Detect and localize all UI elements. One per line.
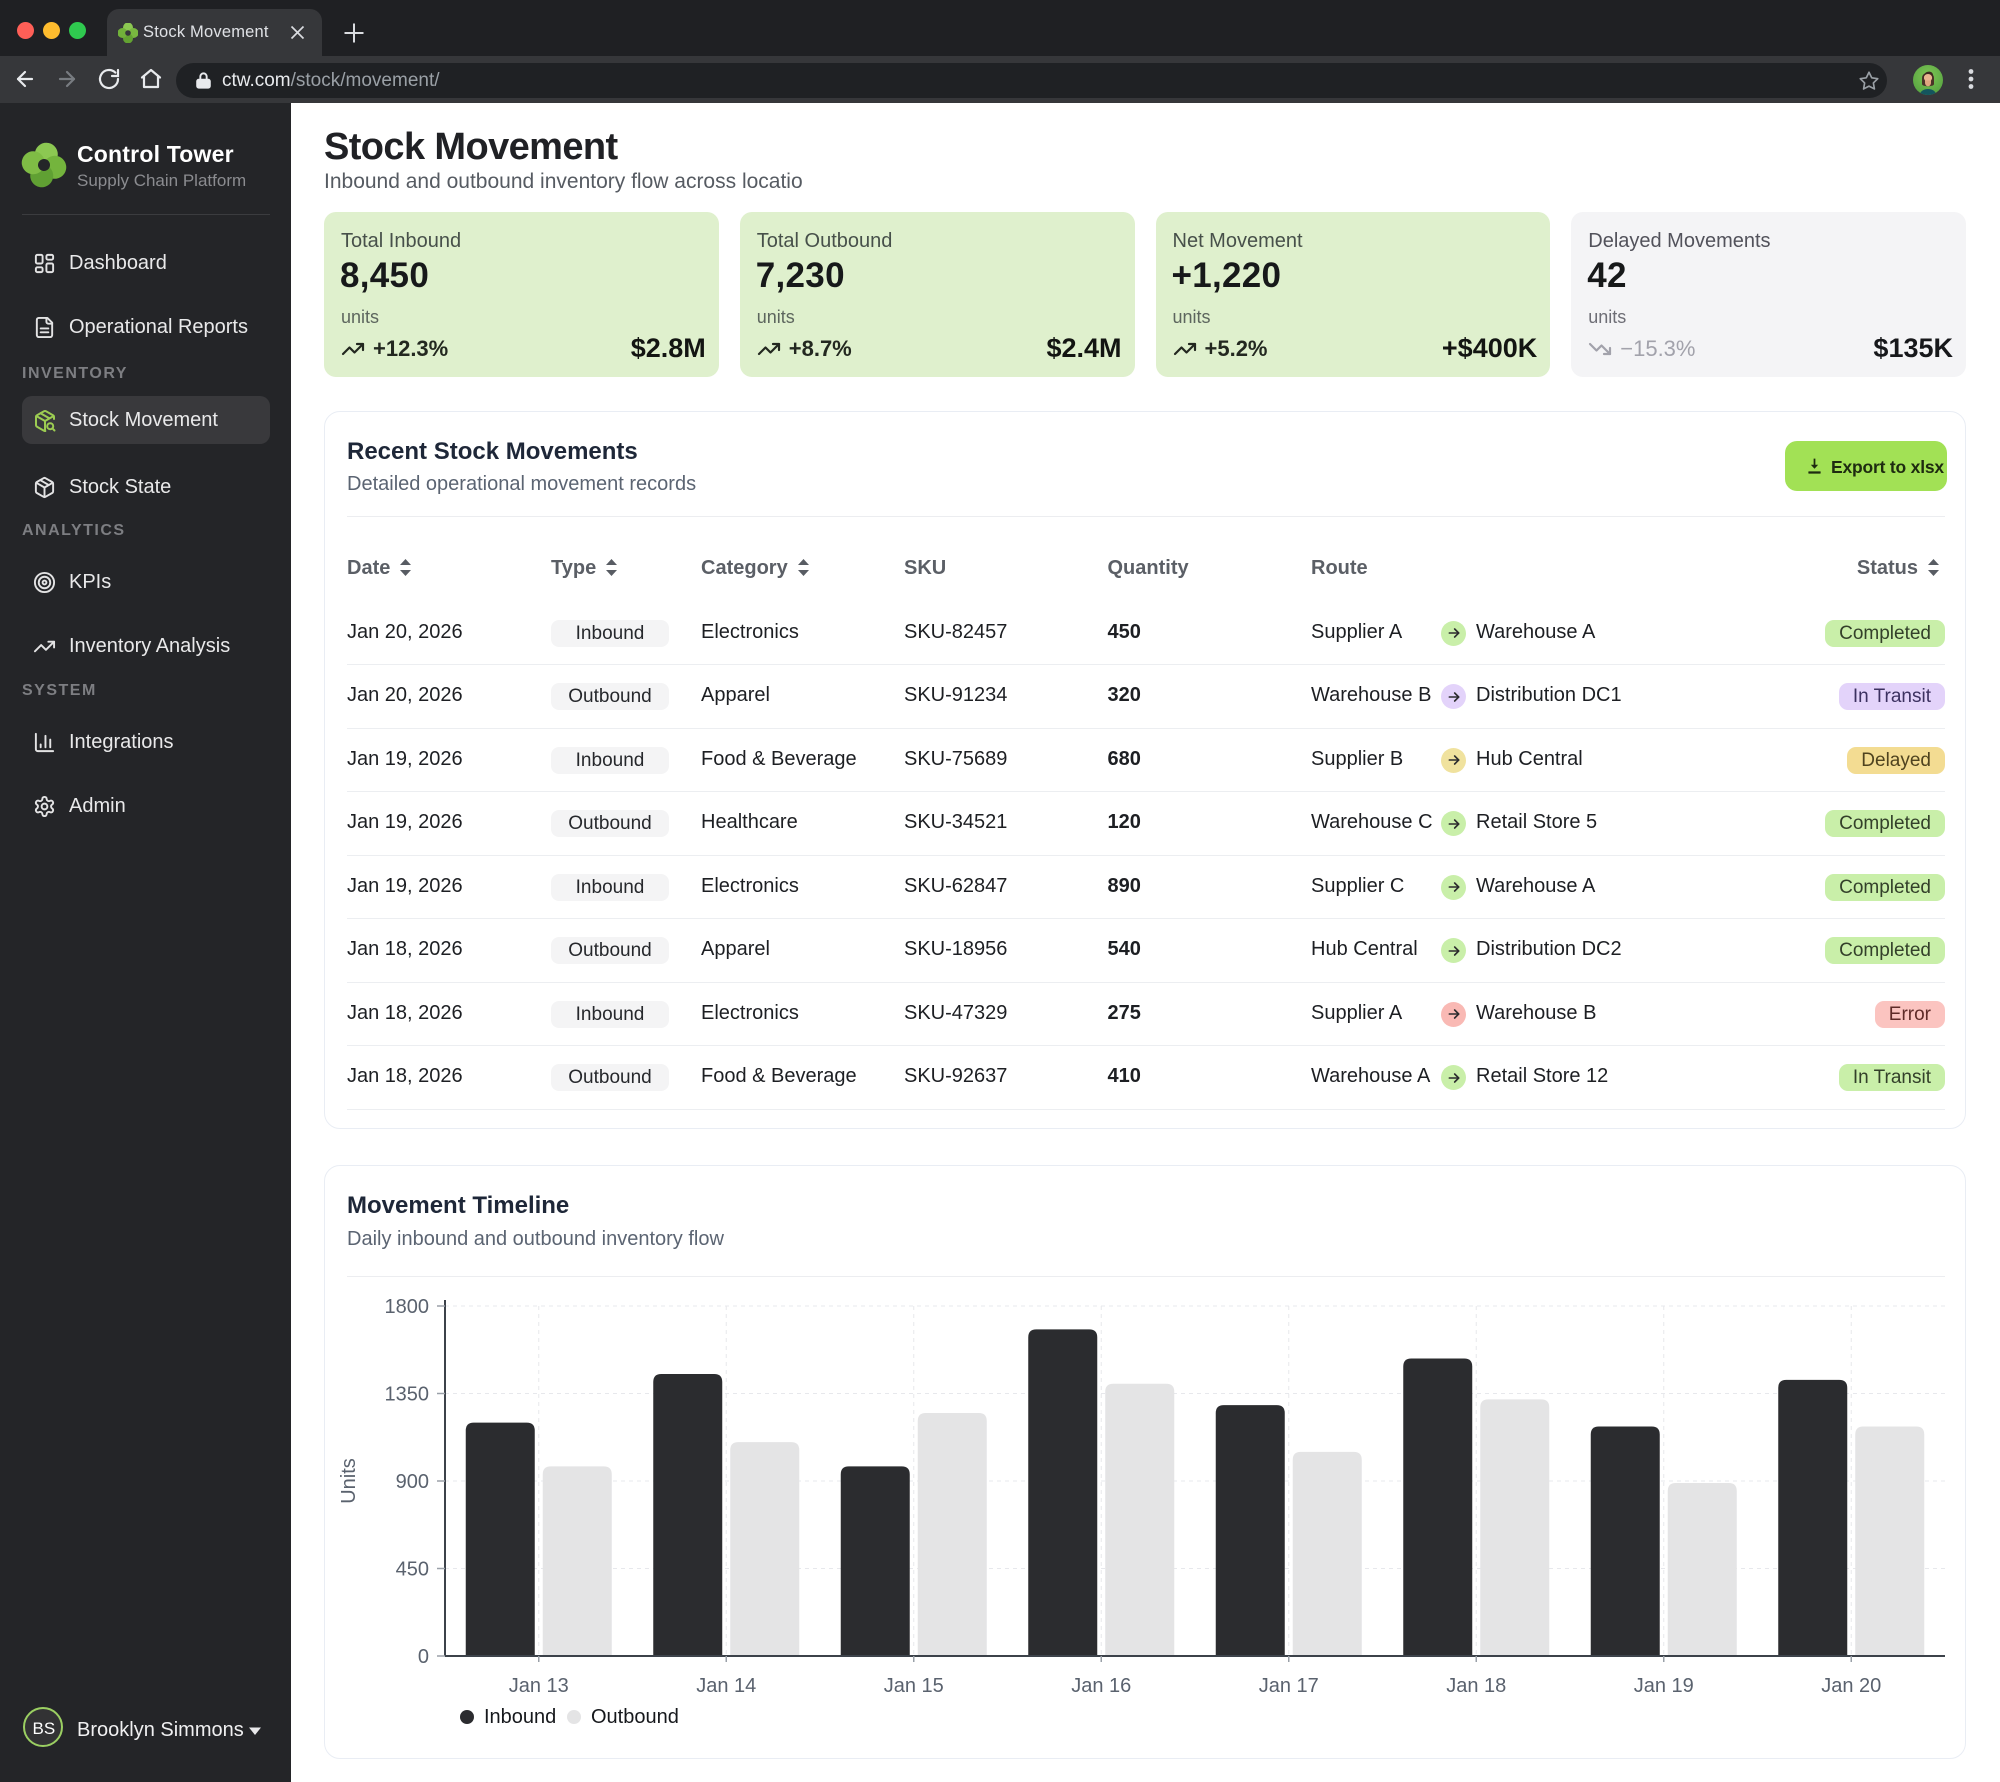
svg-text:900: 900	[396, 1471, 429, 1493]
svg-text:1800: 1800	[385, 1296, 430, 1318]
svg-text:Units: Units	[338, 1458, 360, 1504]
svg-text:Jan 13: Jan 13	[509, 1675, 569, 1697]
svg-text:Jan 15: Jan 15	[884, 1675, 944, 1697]
svg-text:450: 450	[396, 1559, 429, 1581]
svg-text:0: 0	[418, 1646, 429, 1668]
svg-text:Jan 20: Jan 20	[1821, 1675, 1881, 1697]
svg-text:Jan 14: Jan 14	[696, 1675, 756, 1697]
svg-text:1350: 1350	[385, 1384, 430, 1406]
svg-text:Jan 17: Jan 17	[1259, 1675, 1319, 1697]
svg-text:Jan 18: Jan 18	[1446, 1675, 1506, 1697]
svg-text:Jan 16: Jan 16	[1071, 1675, 1131, 1697]
svg-text:Jan 19: Jan 19	[1634, 1675, 1694, 1697]
